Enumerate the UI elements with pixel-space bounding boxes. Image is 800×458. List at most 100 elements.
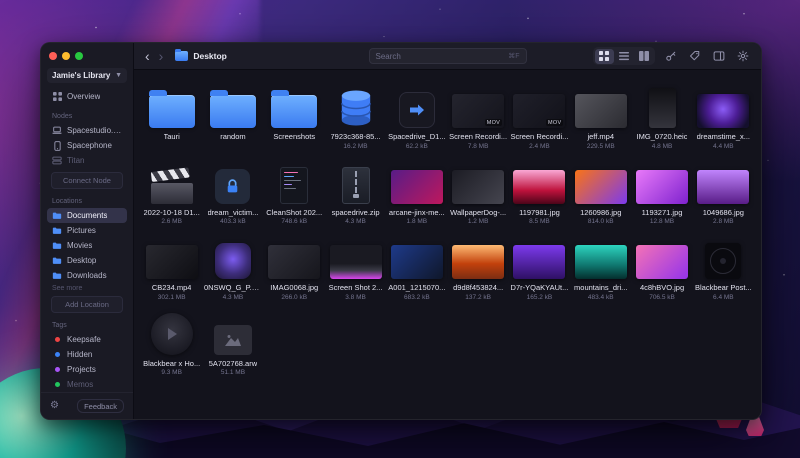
forward-button[interactable]: › [158, 49, 165, 63]
list-view-button[interactable] [615, 49, 634, 64]
file-item[interactable]: Screenshots [265, 82, 324, 150]
minimize-window-button[interactable] [62, 52, 70, 60]
zoom-window-button[interactable] [75, 52, 83, 60]
file-name: arcane-jinx-me... [388, 207, 445, 217]
image-thumbnail [636, 169, 689, 204]
sidebar-item-downloads[interactable]: Downloads [47, 268, 127, 283]
file-name: IMG_0720.heic [636, 132, 688, 141]
toolbar-right-controls [593, 47, 751, 65]
file-item[interactable]: IMAG0068.jpg 266.0 kB [265, 233, 324, 301]
tag-assign-button[interactable] [687, 48, 703, 64]
file-item[interactable]: mountains_dri... 483.4 kB [571, 233, 630, 301]
sidebar-item-memos[interactable]: Memos [47, 377, 127, 392]
file-item[interactable]: 2022-10-18 D1... 2.6 MB [142, 158, 201, 225]
connect-node-button[interactable]: Connect Node [51, 172, 123, 189]
file-icon-box [271, 82, 318, 128]
feedback-button[interactable]: Feedback [77, 399, 124, 413]
back-button[interactable]: ‹ [144, 49, 151, 63]
sidebar-item-titan[interactable]: Titan [47, 153, 127, 168]
breadcrumb[interactable]: Desktop [175, 49, 227, 61]
file-item[interactable]: 1197981.jpg 8.5 MB [510, 158, 569, 225]
add-location-button[interactable]: Add Location [51, 296, 123, 313]
sidebar-item-projects[interactable]: Projects [47, 362, 127, 377]
file-item[interactable]: dream_victim... 403.3 kB [203, 158, 262, 225]
video-thumbnail [145, 245, 198, 279]
file-item[interactable]: CleanShot 202... 748.6 kB [265, 158, 324, 225]
see-more-button[interactable]: See more [52, 285, 122, 292]
file-icon-box [636, 158, 689, 204]
file-item[interactable]: spacedrive.zip 4.3 MB [326, 158, 385, 225]
file-item[interactable]: 7923c368-85... 16.2 MB [326, 82, 385, 150]
file-name: 1049686.jpg [702, 207, 744, 217]
gear-icon[interactable]: ⚙ [50, 401, 59, 411]
library-switcher[interactable]: Jamie's Library ▼ [47, 68, 127, 83]
database-icon [340, 90, 371, 126]
toolbar: ‹ › Desktop Search ⌘F [134, 43, 761, 70]
file-item[interactable]: D7r-YQaKYAUt... 165.2 kB [510, 233, 569, 301]
media-view-button[interactable] [635, 49, 654, 64]
overview-grid-icon [52, 92, 62, 102]
settings-button[interactable] [735, 48, 751, 64]
folder-icon [175, 49, 189, 61]
file-size: 7.8 MB [467, 142, 489, 150]
file-item[interactable]: MOV Screen Recordi... 2.4 MB [510, 82, 569, 150]
code-file-icon [280, 166, 309, 204]
file-item[interactable]: 1193271.jpg 12.8 MB [632, 158, 691, 225]
sidebar-item-hidden[interactable]: Hidden [47, 347, 127, 362]
file-item[interactable]: 0NSWQ_G_P.p... 4.3 MB [203, 233, 262, 301]
file-size: 2.6 MB [161, 218, 182, 225]
file-item[interactable]: arcane-jinx-me... 1.8 MB [387, 158, 446, 225]
file-name: 0NSWQ_G_P.p... [203, 283, 262, 292]
sidebar-item-pictures[interactable]: Pictures [47, 223, 127, 238]
file-item[interactable]: A001_1215070... 683.2 kB [387, 233, 446, 301]
image-thumbnail [268, 245, 321, 279]
file-icon-box [150, 309, 193, 355]
file-item[interactable]: Spacedrive_D1... 62.2 kB [387, 82, 446, 150]
tag-icon [689, 50, 700, 61]
file-item[interactable]: jeff.mp4 229.5 MB [571, 82, 630, 150]
grid-view-button[interactable] [594, 48, 614, 64]
file-name: 1260986.jpg [580, 207, 622, 217]
close-window-button[interactable] [49, 52, 57, 60]
file-item[interactable]: Screen Shot 2... 3.8 MB [326, 233, 385, 301]
image-thumbnail [574, 169, 627, 204]
inspector-toggle-button[interactable] [711, 48, 727, 64]
file-item[interactable]: dreamstime_x... 4.4 MB [694, 82, 753, 150]
file-item[interactable]: 4c8hBVO.jpg 706.5 kB [632, 233, 691, 301]
file-item[interactable]: random [203, 82, 262, 150]
sidebar-item-keepsafe[interactable]: Keepsafe [47, 332, 127, 347]
file-item[interactable]: 5A702768.arw 51.1 MB [203, 309, 262, 376]
file-icon-box [697, 82, 750, 128]
sidebar: Jamie's Library ▼ Overview Nodes Spacestu… [41, 43, 134, 419]
file-size: 137.2 kB [465, 293, 491, 301]
file-name: A001_1215070... [388, 283, 446, 292]
search-input[interactable]: Search ⌘F [368, 48, 527, 64]
sidebar-item-overview[interactable]: Overview [47, 89, 127, 104]
file-item[interactable]: 1260986.jpg 814.0 kB [571, 158, 630, 225]
sidebar-item-desktop[interactable]: Desktop [47, 253, 127, 268]
file-name: Screenshots [273, 132, 316, 141]
file-name: Blackbear x Ho... [143, 358, 201, 368]
file-item[interactable]: WallpaperDog-... 1.2 MB [448, 158, 507, 225]
sidebar-item-documents[interactable]: Documents [47, 208, 127, 223]
sidebar-item-spacestudio-loc[interactable]: Spacestudio.loc... [47, 123, 127, 138]
file-item[interactable]: CB234.mp4 302.1 MB [142, 233, 201, 301]
file-name: spacedrive.zip [331, 207, 380, 217]
key-manager-button[interactable] [663, 48, 679, 64]
sidebar-item-label: Pictures [67, 226, 96, 235]
file-item[interactable]: IMG_0720.heic 4.8 MB [632, 82, 691, 150]
file-item[interactable]: Blackbear Post... 6.4 MB [694, 233, 753, 301]
tag-color-dot [52, 380, 62, 390]
file-item[interactable]: d9d8f453824... 137.2 kB [448, 233, 507, 301]
file-item[interactable]: 1049686.jpg 2.8 MB [694, 158, 753, 225]
file-icon-box [214, 233, 251, 279]
file-size: 302.1 MB [157, 293, 186, 301]
app-icon [398, 92, 435, 128]
format-badge: MOV [546, 119, 564, 126]
sidebar-item-spacephone[interactable]: Spacephone [47, 138, 127, 153]
file-item[interactable]: Blackbear x Ho... 9.3 MB [142, 309, 201, 376]
file-item[interactable]: Tauri [142, 82, 201, 150]
sidebar-item-movies[interactable]: Movies [47, 238, 127, 253]
folder-icon [209, 90, 256, 128]
file-item[interactable]: MOV Screen Recordi... 7.8 MB [448, 82, 507, 150]
